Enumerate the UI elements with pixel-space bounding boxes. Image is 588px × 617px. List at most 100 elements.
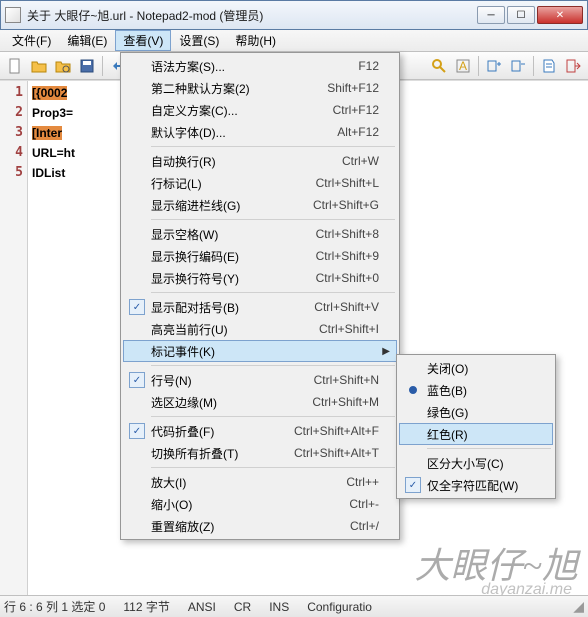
status-position: 行 6 : 6 列 1 选定 0 (4, 598, 105, 615)
menu-label: 缩小(O) (151, 496, 192, 513)
svg-text:A: A (459, 59, 467, 73)
view-menu-dropdown: 语法方案(S)... F12 第二种默认方案(2)Shift+F12自定义方案(C)… (120, 52, 400, 540)
menu-查看V[interactable]: 查看(V) (115, 30, 171, 51)
menu-label: 自动换行(R) (151, 153, 216, 170)
menu-shortcut: Ctrl+Shift+I (319, 322, 379, 336)
window-title: 关于 大眼仔~旭.url - Notepad2-mod (管理员) (27, 7, 477, 24)
menu-item[interactable]: ✓代码折叠(F)Ctrl+Shift+Alt+F (123, 420, 397, 442)
menu-label: 显示缩进栏线(G) (151, 197, 240, 214)
menu-label: 标记事件(K) (151, 343, 215, 360)
status-encoding[interactable]: ANSI (188, 600, 216, 614)
menu-shortcut: Ctrl+F12 (333, 103, 379, 117)
menu-item[interactable]: 高亮当前行(U) Ctrl+Shift+I (123, 318, 397, 340)
resize-grip[interactable]: ◢ (573, 598, 584, 615)
close-button[interactable]: ✕ (537, 6, 583, 24)
menu-item[interactable]: 放大(I) Ctrl++ (123, 471, 397, 493)
submenu-label: 绿色(G) (427, 404, 468, 421)
separator (102, 56, 103, 76)
zoom-out-icon[interactable] (507, 55, 529, 77)
menu-label: 重置缩放(Z) (151, 518, 214, 535)
submenu-label: 蓝色(B) (427, 382, 467, 399)
menu-item[interactable]: 默认字体(D)... Alt+F12 (123, 121, 397, 143)
window-controls: ─ ☐ ✕ (477, 6, 583, 24)
browse-icon[interactable] (52, 55, 74, 77)
menu-item[interactable]: 标记事件(K)▶ (123, 340, 397, 362)
app-icon (5, 7, 21, 23)
submenu-item[interactable]: ✓ 仅全字符匹配(W) (399, 474, 553, 496)
menu-label: 行号(N) (151, 372, 192, 389)
menu-帮助H[interactable]: 帮助(H) (227, 30, 284, 51)
status-eol[interactable]: CR (234, 600, 251, 614)
radio-icon (409, 386, 417, 394)
menu-item[interactable]: 缩小(O)Ctrl+- (123, 493, 397, 515)
menu-item[interactable]: 选区边缘(M) Ctrl+Shift+M (123, 391, 397, 413)
menu-label: 显示换行符号(Y) (151, 270, 239, 287)
menu-item[interactable]: 自动换行(R)Ctrl+W (123, 150, 397, 172)
submenu-label: 仅全字符匹配(W) (427, 477, 518, 494)
menu-item[interactable]: 显示换行符号(Y) Ctrl+Shift+0 (123, 267, 397, 289)
menu-label: 行标记(L) (151, 175, 202, 192)
status-ins[interactable]: INS (269, 600, 289, 614)
menu-separator (151, 292, 395, 293)
replace-icon[interactable]: A (452, 55, 474, 77)
menu-label: 显示配对括号(B) (151, 299, 239, 316)
menu-shortcut: Alt+F12 (337, 125, 379, 139)
scheme-icon[interactable] (538, 55, 560, 77)
menu-shortcut: Ctrl+Shift+8 (316, 227, 379, 241)
mark-events-submenu: 关闭(O) 蓝色(B) 绿色(G) 红色(R) 区分大小写(C) ✓ 仅全字符匹配(W) (396, 354, 556, 499)
menu-item[interactable]: 切换所有折叠(T)Ctrl+Shift+Alt+T (123, 442, 397, 464)
menu-item[interactable]: 显示缩进栏线(G) Ctrl+Shift+G (123, 194, 397, 216)
menu-label: 语法方案(S)... (151, 58, 225, 75)
menu-item[interactable]: ✓ 显示配对括号(B) Ctrl+Shift+V (123, 296, 397, 318)
menu-separator (151, 146, 395, 147)
submenu-item[interactable]: 关闭(O) (399, 357, 553, 379)
check-icon: ✓ (129, 299, 145, 315)
menu-separator (151, 416, 395, 417)
menu-shortcut: Ctrl+Shift+Alt+T (294, 446, 379, 460)
menu-item[interactable]: ✓行号(N)Ctrl+Shift+N (123, 369, 397, 391)
submenu-item[interactable]: 绿色(G) (399, 401, 553, 423)
menu-shortcut: Ctrl+Shift+G (313, 198, 379, 212)
menu-shortcut: Ctrl+Shift+M (312, 395, 379, 409)
submenu-item[interactable]: 区分大小写(C) (399, 452, 553, 474)
open-icon[interactable] (28, 55, 50, 77)
minimize-button[interactable]: ─ (477, 6, 505, 24)
statusbar: 行 6 : 6 列 1 选定 0 112 字节 ANSI CR INS Conf… (0, 595, 588, 617)
submenu-item[interactable]: 蓝色(B) (399, 379, 553, 401)
menu-separator (427, 448, 551, 449)
menu-shortcut: F12 (358, 59, 379, 73)
new-icon[interactable] (4, 55, 26, 77)
menu-separator (151, 365, 395, 366)
submenu-item[interactable]: 红色(R) (399, 423, 553, 445)
menu-编辑E[interactable]: 编辑(E) (59, 30, 115, 51)
exit-icon[interactable] (562, 55, 584, 77)
submenu-label: 红色(R) (427, 426, 468, 443)
find-icon[interactable] (428, 55, 450, 77)
check-icon: ✓ (129, 372, 145, 388)
menu-shortcut: Shift+F12 (327, 81, 379, 95)
menu-label: 默认字体(D)... (151, 124, 226, 141)
menu-label: 放大(I) (151, 474, 186, 491)
menu-shortcut: Ctrl++ (346, 475, 379, 489)
check-icon: ✓ (405, 477, 421, 493)
menu-item[interactable]: 重置缩放(Z)Ctrl+/ (123, 515, 397, 537)
menu-label: 选区边缘(M) (151, 394, 217, 411)
menu-item[interactable]: 行标记(L)Ctrl+Shift+L (123, 172, 397, 194)
menu-item[interactable]: 显示空格(W) Ctrl+Shift+8 (123, 223, 397, 245)
menu-shortcut: Ctrl+Shift+Alt+F (294, 424, 379, 438)
menu-shortcut: Ctrl+Shift+0 (316, 271, 379, 285)
menu-label: 高亮当前行(U) (151, 321, 228, 338)
menu-文件F[interactable]: 文件(F) (4, 30, 59, 51)
menu-item[interactable]: 显示换行编码(E)Ctrl+Shift+9 (123, 245, 397, 267)
menu-item[interactable]: 自定义方案(C)...Ctrl+F12 (123, 99, 397, 121)
status-bytes: 112 字节 (123, 598, 169, 615)
menu-设置S[interactable]: 设置(S) (171, 30, 227, 51)
zoom-in-icon[interactable] (483, 55, 505, 77)
menu-item[interactable]: 语法方案(S)... F12 (123, 55, 397, 77)
save-icon[interactable] (76, 55, 98, 77)
maximize-button[interactable]: ☐ (507, 6, 535, 24)
separator (533, 56, 534, 76)
menu-item[interactable]: 第二种默认方案(2)Shift+F12 (123, 77, 397, 99)
menu-shortcut: Ctrl+Shift+V (314, 300, 379, 314)
menu-label: 显示空格(W) (151, 226, 218, 243)
